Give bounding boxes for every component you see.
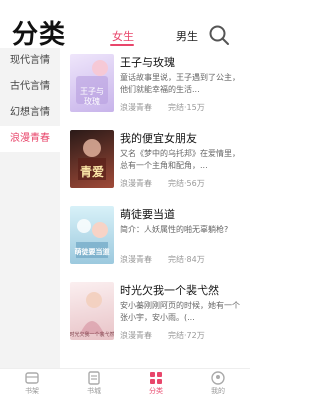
nav-bookshelf[interactable]: 书架 xyxy=(12,371,52,396)
book-cover: 时光欠我一个裴弋然 xyxy=(70,282,114,340)
book-genre: 浪漫青春 xyxy=(120,255,152,264)
book-title: 王子与玫瑰 xyxy=(120,56,175,69)
book-description: 安小蓁刚刚阿页的时候，她有一个张小宇，安小雨。(... xyxy=(120,301,240,322)
svg-text:萌徒要当道: 萌徒要当道 xyxy=(75,247,110,256)
book-description: 简介：人妖属性的啪无辜躺枪? xyxy=(120,225,229,234)
category-sidebar: 现代言情 古代言情 幻想言情 浪漫青春 xyxy=(0,48,60,368)
page-title: 分类 xyxy=(12,20,67,50)
book-list: 王子与 玫瑰 王子与玫瑰 童话故事里说，王子遇到了公主，他们就能幸福的生活...… xyxy=(62,48,250,368)
bookstore-icon xyxy=(88,371,100,385)
book-cover: 王子与 玫瑰 xyxy=(70,54,114,112)
svg-text:玫瑰: 玫瑰 xyxy=(84,96,100,106)
book-description: 童话故事里说，王子遇到了公主，他们就能幸福的生活... xyxy=(120,73,240,94)
book-item[interactable]: 萌徒要当道 萌徒要当道 简介：人妖属性的啪无辜躺枪? 浪漫青春 完结·84万 xyxy=(62,206,250,286)
book-item[interactable]: 青爱 我的便宜女朋友 又名《梦中的乌托邦》在爱情里，总有一个主角和配角，... … xyxy=(62,130,250,210)
nav-category[interactable]: 分类 xyxy=(136,371,176,396)
book-title: 萌徒要当道 xyxy=(120,208,175,221)
nav-profile[interactable]: 我的 xyxy=(198,371,238,396)
sidebar-item-modern-romance[interactable]: 现代言情 xyxy=(0,48,60,74)
book-title: 时光欠我一个裴弋然 xyxy=(120,284,219,297)
book-genre: 浪漫青春 xyxy=(120,331,152,340)
bottom-nav: 书架 书城 分类 我的 xyxy=(0,368,250,400)
nav-label: 书架 xyxy=(25,387,39,395)
book-item[interactable]: 时光欠我一个裴弋然 时光欠我一个裴弋然 安小蓁刚刚阿页的时候，她有一个张小宇，安… xyxy=(62,282,250,362)
book-genre: 浪漫青春 xyxy=(120,103,152,112)
book-item[interactable]: 王子与 玫瑰 王子与玫瑰 童话故事里说，王子遇到了公主，他们就能幸福的生活...… xyxy=(62,54,250,134)
svg-text:青爱: 青爱 xyxy=(80,164,104,179)
book-status: 完结·56万 xyxy=(168,179,205,188)
sidebar-item-fantasy-romance[interactable]: 幻想言情 xyxy=(0,100,60,126)
book-cover: 萌徒要当道 xyxy=(70,206,114,264)
nav-label: 书城 xyxy=(87,387,101,395)
svg-text:时光欠我一个裴弋然: 时光欠我一个裴弋然 xyxy=(70,331,114,338)
active-tab-indicator xyxy=(110,44,134,46)
nav-bookstore[interactable]: 书城 xyxy=(74,371,114,396)
book-genre: 浪漫青春 xyxy=(120,179,152,188)
search-icon xyxy=(209,25,229,45)
nav-label: 我的 xyxy=(211,387,225,395)
svg-text:王子与: 王子与 xyxy=(80,87,104,96)
book-status: 完结·72万 xyxy=(168,331,205,340)
book-description: 又名《梦中的乌托邦》在爱情里，总有一个主角和配角，... xyxy=(120,149,240,170)
search-button[interactable] xyxy=(208,24,230,46)
header: 分类 女生 男生 xyxy=(0,0,250,50)
bookshelf-icon xyxy=(25,372,39,384)
tab-female[interactable]: 女生 xyxy=(112,28,134,44)
sidebar-item-youth-romance[interactable]: 浪漫青春 xyxy=(0,126,60,152)
sidebar-item-ancient-romance[interactable]: 古代言情 xyxy=(0,74,60,100)
tab-male[interactable]: 男生 xyxy=(176,28,198,44)
profile-icon xyxy=(211,371,225,385)
book-status: 完结·84万 xyxy=(168,255,205,264)
book-status: 完结·15万 xyxy=(168,103,205,112)
book-title: 我的便宜女朋友 xyxy=(120,132,197,145)
nav-label: 分类 xyxy=(149,387,163,395)
category-icon xyxy=(150,372,162,384)
book-cover: 青爱 xyxy=(70,130,114,188)
